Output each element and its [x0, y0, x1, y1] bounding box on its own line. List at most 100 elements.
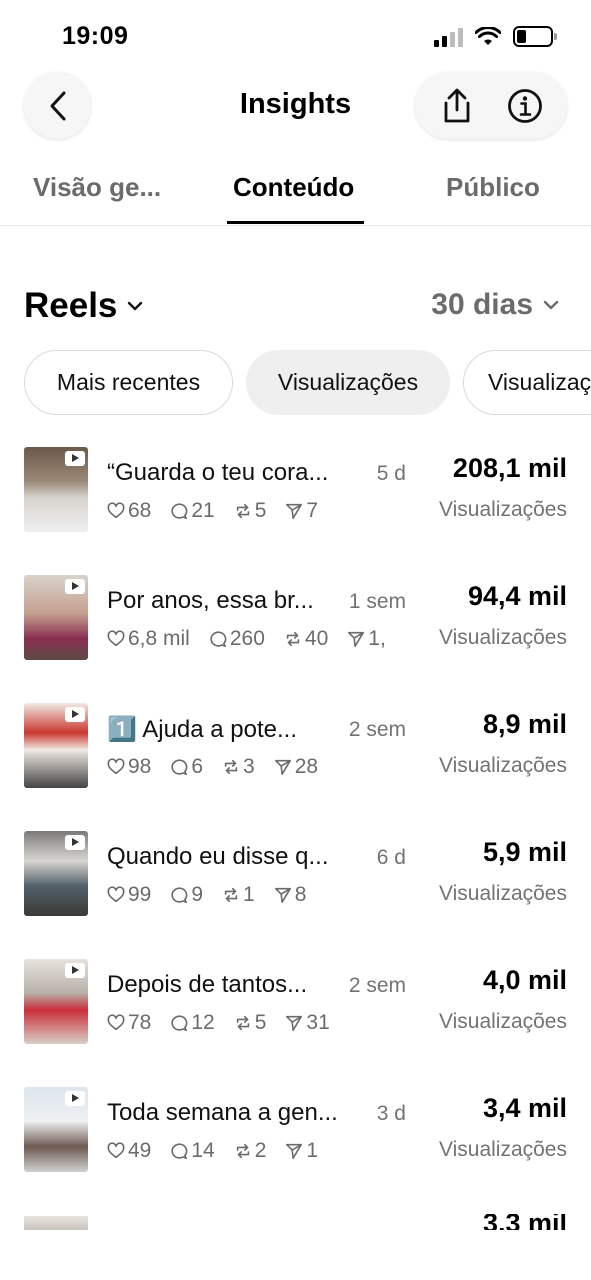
shares-stat: 31	[285, 1009, 330, 1037]
list-item[interactable]: “Guarda o teu cora... 5 d 68 21 5 7 208,1 mil V…	[0, 447, 591, 575]
comments-count: 6	[191, 755, 204, 778]
section-title: Reels	[24, 286, 118, 325]
status-bar: 19:09	[0, 0, 591, 70]
tab-audience[interactable]: Público	[446, 172, 540, 203]
reel-view-count: 3,3 mil	[482, 1214, 567, 1230]
send-icon	[286, 503, 303, 520]
reel-metric-label: Visualizações	[438, 626, 567, 649]
comments-count: 9	[191, 883, 204, 906]
reel-view-count: 3,4 mil	[482, 1093, 567, 1123]
filter-chips: Mais recentes Visualizações Visualizaç	[24, 350, 591, 416]
shares-stat: 28	[274, 753, 318, 781]
reel-stats: 49 14 2 1	[107, 1137, 407, 1165]
share-button[interactable]	[432, 81, 482, 131]
chip-views-2[interactable]: Visualizaç	[463, 350, 591, 415]
comment-icon	[171, 887, 188, 904]
reposts-count: 1	[243, 883, 255, 906]
shares-count: 8	[294, 883, 307, 906]
shares-stat: 8	[274, 881, 307, 909]
reel-age: 6 d	[376, 846, 406, 869]
heart-icon	[107, 502, 125, 519]
heart-icon	[107, 1142, 125, 1159]
reel-stats: 6,8 mil 260 40 1,	[107, 625, 407, 653]
comments-count: 260	[229, 627, 265, 650]
list-item[interactable]: Quando eu disse q... 6 d 99 9 1 8 5,9 mil Visua…	[0, 831, 591, 959]
reel-metric-label: Visualizações	[438, 1010, 567, 1033]
likes-count: 78	[128, 1011, 152, 1034]
reel-thumbnail	[24, 1087, 88, 1172]
reel-thumbnail	[24, 831, 88, 916]
cellular-signal-icon	[434, 27, 463, 47]
chevron-down-icon	[128, 301, 143, 311]
reel-age: 5 d	[376, 462, 406, 485]
reposts-count: 5	[254, 499, 267, 522]
likes-stat: 49	[107, 1137, 151, 1165]
heart-icon	[107, 886, 125, 903]
reel-thumbnail	[24, 575, 88, 660]
tab-content[interactable]: Conteúdo	[233, 172, 354, 203]
comment-icon	[171, 759, 188, 776]
share-icon	[444, 88, 470, 122]
info-button[interactable]	[500, 81, 550, 131]
likes-stat: 6,8 mil	[107, 625, 190, 653]
repost-icon	[224, 887, 238, 903]
status-time: 19:09	[62, 22, 129, 50]
reel-stats: 99 9 1 8	[107, 881, 407, 909]
comments-count: 12	[191, 1011, 215, 1034]
header-actions	[415, 72, 567, 139]
repost-icon	[236, 1015, 249, 1031]
content-type-dropdown[interactable]: Reels	[24, 286, 143, 326]
reposts-stat: 5	[234, 497, 267, 525]
send-icon	[348, 631, 365, 648]
tab-overview[interactable]: Visão ge...	[33, 172, 161, 203]
comments-stat: 21	[170, 497, 215, 525]
header: Insights	[0, 70, 591, 140]
likes-stat: 99	[107, 881, 151, 909]
comments-stat: 260	[209, 625, 265, 653]
reposts-stat: 1	[222, 881, 255, 909]
reposts-count: 3	[243, 755, 255, 778]
heart-icon	[107, 630, 125, 647]
list-item[interactable]: Toda semana a gen... 3 d 49 14 2 1 3,4 mil Visu…	[0, 1087, 591, 1215]
reel-view-count: 8,9 mil	[482, 709, 567, 739]
likes-count: 99	[128, 883, 152, 906]
send-icon	[274, 887, 291, 904]
list-item[interactable]: 1️⃣ Ajuda a pote... 2 sem 98 6 3 28 8,9 mil Vis…	[0, 703, 591, 831]
period-dropdown[interactable]: 30 dias	[431, 288, 559, 322]
reel-stats: 68 21 5 7	[107, 497, 407, 525]
send-icon	[274, 759, 291, 776]
reel-view-count: 5,9 mil	[482, 837, 567, 867]
repost-icon	[236, 503, 249, 519]
repost-icon	[224, 759, 238, 775]
chip-views[interactable]: Visualizações	[246, 350, 450, 415]
comments-stat: 12	[170, 1009, 215, 1037]
reel-stats: 98 6 3 28	[107, 753, 407, 781]
heart-icon	[107, 1014, 125, 1031]
reel-metric-label: Visualizações	[438, 754, 567, 777]
comment-icon	[210, 631, 227, 648]
reposts-count: 5	[254, 1011, 267, 1034]
info-icon	[508, 88, 542, 123]
reel-thumbnail	[24, 959, 88, 1044]
comments-stat: 6	[170, 753, 203, 781]
comment-icon	[171, 503, 188, 520]
reel-view-count: 4,0 mil	[482, 965, 567, 995]
reel-stats: 78 12 5 31	[107, 1009, 407, 1037]
shares-stat: 7	[285, 497, 318, 525]
list-item[interactable]: Por anos, essa br... 1 sem 6,8 mil 260 40 1, 9…	[0, 575, 591, 703]
chip-most-recent[interactable]: Mais recentes	[24, 350, 233, 415]
shares-stat: 1	[285, 1137, 318, 1165]
reel-view-count: 94,4 mil	[467, 581, 567, 611]
shares-count: 1	[306, 1139, 319, 1162]
reel-thumbnail	[24, 447, 88, 532]
comment-icon	[171, 1015, 188, 1032]
likes-count: 68	[128, 499, 152, 522]
partial-list-item[interactable]: 3,3 mil	[0, 1214, 591, 1230]
shares-count: 1,	[368, 627, 386, 650]
reel-thumbnail	[24, 1216, 88, 1230]
shares-stat: 1,	[347, 625, 386, 653]
send-icon	[286, 1015, 303, 1032]
period-label: 30 dias	[431, 288, 533, 321]
list-item[interactable]: Depois de tantos... 2 sem 78 12 5 31 4,0 mil Vi…	[0, 959, 591, 1087]
reel-age: 2 sem	[348, 974, 406, 997]
